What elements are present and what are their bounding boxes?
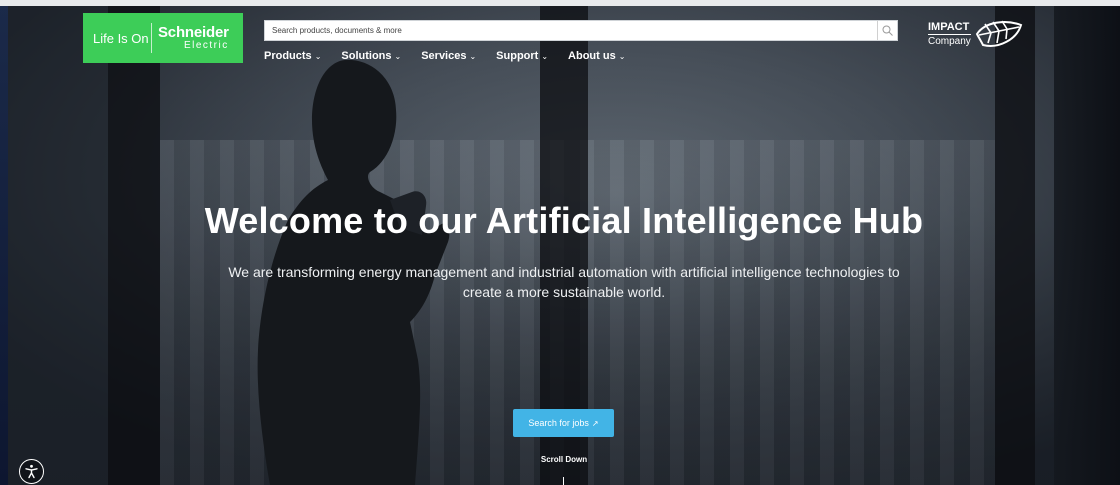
cta-label: Search for jobs — [528, 418, 589, 428]
nav-item-support[interactable]: Support ⌄ — [496, 50, 548, 62]
chevron-down-icon: ⌄ — [541, 51, 549, 61]
nav-item-services[interactable]: Services ⌄ — [421, 50, 476, 62]
brand-wordmark: Schneider Electric — [158, 25, 229, 51]
search-button[interactable] — [877, 21, 897, 40]
impact-text: IMPACT Company — [928, 20, 971, 47]
brand-tagline: Life Is On — [93, 30, 149, 46]
chevron-down-icon: ⌄ — [618, 51, 626, 61]
impact-title: IMPACT — [928, 20, 971, 35]
brand-name: Schneider — [158, 24, 229, 41]
chevron-down-icon: ⌄ — [469, 51, 477, 61]
accessibility-icon — [25, 464, 38, 479]
page-edge — [1054, 0, 1120, 485]
hero-title: Welcome to our Artificial Intelligence H… — [204, 200, 924, 241]
page-edge — [0, 0, 8, 485]
schneider-logo[interactable]: Life Is On Schneider Electric — [83, 13, 243, 63]
leaf-icon — [975, 20, 1023, 47]
nav-item-label: Services — [421, 50, 467, 62]
browser-edge — [0, 0, 1120, 6]
impact-company-badge[interactable]: IMPACT Company — [928, 19, 1023, 49]
search-bar — [264, 20, 898, 41]
scroll-down-link[interactable]: Scroll Down — [514, 455, 614, 464]
chevron-down-icon: ⌄ — [314, 51, 322, 61]
nav-item-label: About us — [568, 50, 616, 62]
window-frame — [995, 0, 1035, 485]
brand-sub: Electric — [183, 40, 229, 51]
search-input[interactable] — [265, 21, 877, 40]
logo-divider — [151, 23, 152, 53]
window-frame — [108, 0, 160, 485]
accessibility-button[interactable] — [19, 459, 44, 484]
nav-item-label: Products — [264, 50, 312, 62]
search-icon — [882, 25, 893, 36]
scroll-indicator — [563, 477, 564, 485]
hero-subtitle: We are transforming energy management an… — [228, 264, 900, 300]
external-link-icon: ↗ — [591, 418, 599, 428]
nav-item-label: Support — [496, 50, 539, 62]
nav-item-about-us[interactable]: About us ⌄ — [568, 50, 625, 62]
hero-background: Life Is On Schneider Electric Products ⌄… — [0, 0, 1120, 485]
search-jobs-button[interactable]: Search for jobs ↗ — [513, 409, 614, 437]
main-nav: Products ⌄ Solutions ⌄ Services ⌄ Suppor… — [264, 50, 645, 62]
window-frame — [8, 0, 108, 485]
nav-item-products[interactable]: Products ⌄ — [264, 50, 321, 62]
nav-item-label: Solutions — [341, 50, 392, 62]
impact-subtitle: Company — [928, 35, 971, 47]
chevron-down-icon: ⌄ — [394, 51, 402, 61]
nav-item-solutions[interactable]: Solutions ⌄ — [341, 50, 401, 62]
